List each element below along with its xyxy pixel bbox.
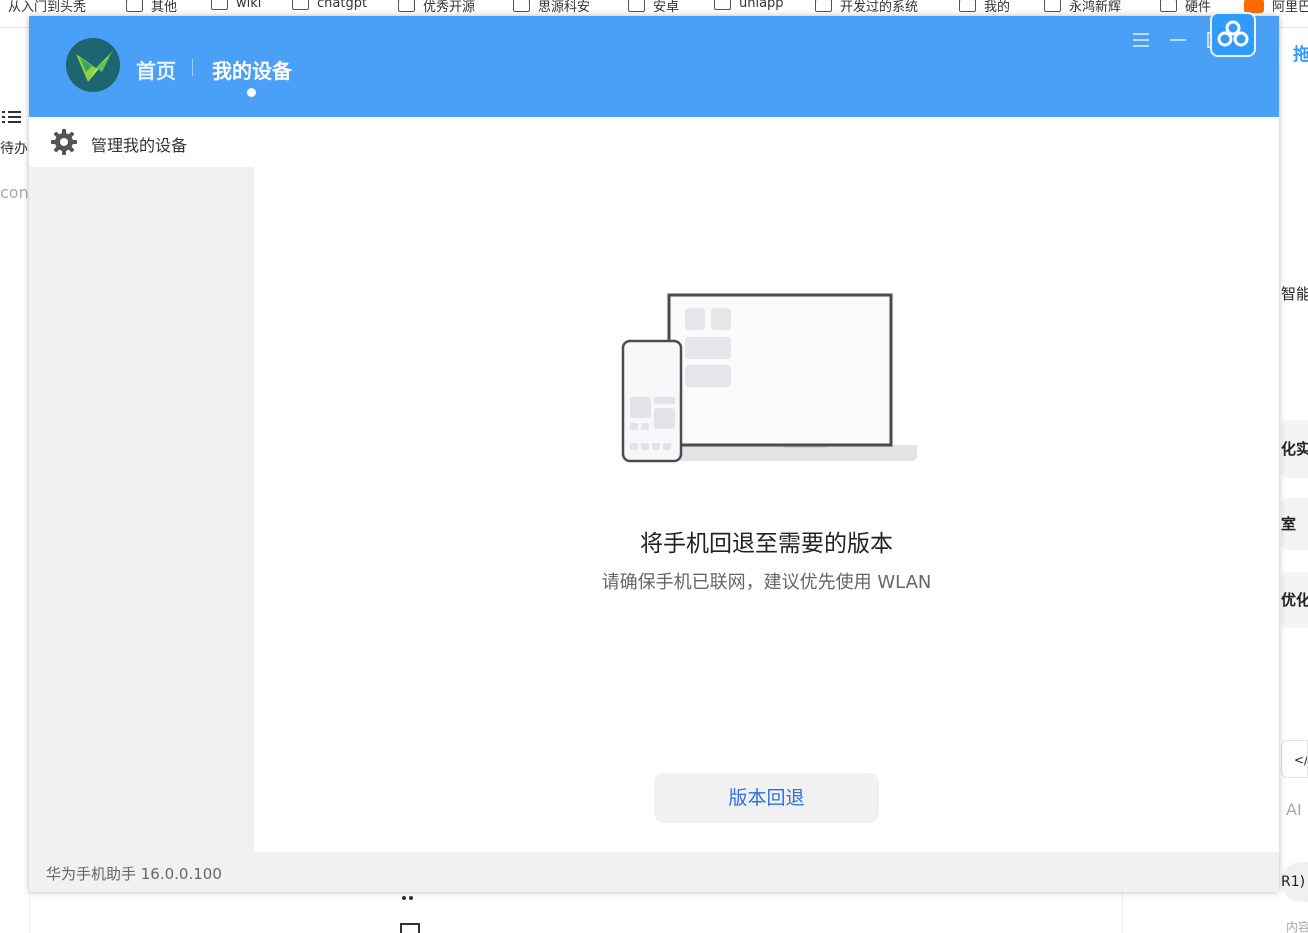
folder-icon (959, 0, 976, 12)
bookmark-item[interactable]: 思源科安 (513, 0, 590, 15)
background-card: 优化 (1281, 572, 1308, 628)
nav-divider (192, 59, 193, 76)
bookmark-item[interactable]: 阿里巴 (1244, 0, 1308, 15)
folder-icon (292, 0, 309, 10)
status-footer: 华为手机助手 16.0.0.100 (29, 852, 1279, 892)
background-card: 化实 (1281, 420, 1308, 478)
sidebar-item-label: 管理我的设备 (91, 136, 188, 155)
todo-label: 待办 (0, 141, 28, 157)
nav-home[interactable]: 首页 (136, 55, 176, 84)
folder-icon (398, 0, 415, 12)
phone-assistant-window: 首页 我的设备 管理我的设备 将手机回退至需要的版本 请确保手机已联网，建议优先… (29, 16, 1279, 892)
bookmark-item[interactable]: 从入门到头秃 (8, 0, 86, 15)
folder-icon (815, 0, 832, 12)
bookmark-item[interactable]: 安卓 (628, 0, 679, 15)
folder-icon (628, 0, 645, 12)
folder-icon (126, 0, 143, 12)
folder-icon (513, 0, 530, 12)
bookmark-item[interactable]: wiki (211, 0, 261, 11)
background-left-pane (0, 28, 30, 933)
minimize-icon[interactable] (1168, 30, 1188, 50)
devices-illustration (617, 289, 917, 464)
title-bar: 首页 我的设备 (29, 16, 1279, 117)
main-content: 将手机回退至需要的版本 请确保手机已联网，建议优先使用 WLAN 版本回退 (254, 117, 1279, 852)
bookmark-item[interactable]: 硬件 (1160, 0, 1211, 15)
bookmark-item[interactable]: chatgpt (292, 0, 367, 11)
background-text: 内容 (1286, 920, 1308, 933)
background-card: 室 (1281, 498, 1308, 550)
folder-icon (1044, 0, 1061, 12)
bookmark-item[interactable]: uniapp (714, 0, 784, 11)
version-label: 华为手机助手 16.0.0.100 (46, 865, 222, 883)
todo-list-icon[interactable] (2, 108, 22, 128)
page-subtitle: 请确保手机已联网，建议优先使用 WLAN (601, 572, 932, 593)
code-icon[interactable]: </> (1281, 740, 1308, 778)
sidebar: 管理我的设备 (29, 117, 254, 852)
cloud-drive-button[interactable] (1210, 12, 1256, 57)
bookmark-item[interactable]: 其他 (126, 0, 177, 15)
nav-my-devices[interactable]: 我的设备 (212, 55, 292, 84)
bookmark-item[interactable]: 开发过的系统 (815, 0, 918, 15)
background-text: AI (1286, 800, 1302, 819)
alibaba-logo-icon (1244, 0, 1264, 13)
bookmark-item[interactable]: 我的 (959, 0, 1010, 15)
folder-icon (211, 0, 228, 10)
bookmark-item[interactable]: 优秀开源 (398, 0, 475, 15)
background-card: 智能 (1281, 270, 1308, 330)
gear-icon (50, 128, 78, 156)
folder-icon (714, 0, 731, 10)
version-rollback-button[interactable]: 版本回退 (654, 773, 879, 823)
sidebar-item-manage-devices[interactable]: 管理我的设备 (29, 117, 254, 167)
cloud-button-text: 拖 (1293, 45, 1308, 65)
menu-icon[interactable] (1131, 30, 1151, 50)
folder-icon (1160, 0, 1177, 12)
page-title: 将手机回退至需要的版本 (640, 531, 893, 557)
app-logo-icon (66, 38, 120, 92)
active-tab-indicator (247, 88, 256, 97)
bookmark-item[interactable]: 永鸿新辉 (1044, 0, 1121, 15)
background-text: con (0, 183, 29, 202)
